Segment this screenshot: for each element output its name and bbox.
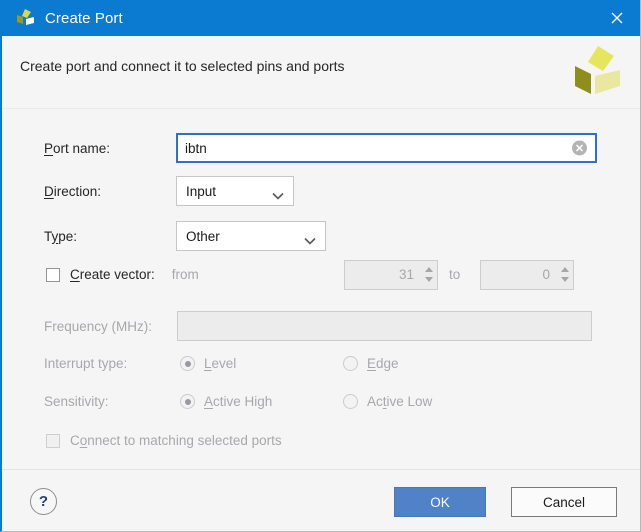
type-label-text-a: T bbox=[44, 228, 52, 244]
interrupt-type-level-label: Level bbox=[204, 356, 236, 371]
connect-ports-checkbox bbox=[46, 433, 60, 448]
vector-to-spinner: 0 bbox=[480, 259, 574, 290]
port-name-input[interactable] bbox=[178, 135, 595, 161]
direction-label: Direction: bbox=[44, 184, 176, 199]
port-name-label: Port name: bbox=[44, 141, 176, 156]
window-title: Create Port bbox=[45, 9, 123, 27]
cancel-button[interactable]: Cancel bbox=[511, 487, 617, 517]
title-bar: Create Port bbox=[2, 0, 640, 36]
spinner-arrows-icon bbox=[556, 261, 573, 289]
chevron-down-icon bbox=[272, 187, 284, 200]
port-name-mnemonic: P bbox=[44, 140, 54, 156]
frequency-row: Frequency (MHz): bbox=[2, 311, 640, 341]
create-port-dialog: Create Port Create port and connect it t… bbox=[0, 0, 641, 532]
interrupt-type-row: Interrupt type: Level Edge bbox=[2, 356, 640, 371]
dialog-header: Create port and connect it to selected p… bbox=[2, 36, 640, 109]
active-high-label-text: ctive High bbox=[213, 394, 273, 409]
frequency-label: Frequency (MHz): bbox=[44, 318, 153, 334]
dialog-footer: ? OK Cancel bbox=[2, 469, 640, 531]
dialog-description: Create port and connect it to selected p… bbox=[20, 58, 345, 74]
connect-ports-label: Connect to matching selected ports bbox=[70, 433, 282, 448]
help-button[interactable]: ? bbox=[30, 488, 57, 515]
port-name-label-text: ort name: bbox=[53, 140, 111, 156]
edge-label-text: dge bbox=[376, 356, 399, 371]
sensitivity-active-high-label: Active High bbox=[204, 394, 272, 409]
edge-mnemonic: E bbox=[367, 356, 377, 371]
create-vector-mnemonic: C bbox=[70, 267, 80, 282]
vector-to-value: 0 bbox=[542, 267, 550, 282]
direction-value: Input bbox=[186, 183, 217, 199]
spinner-arrows-icon bbox=[420, 261, 437, 289]
dialog-body: Port name: Direction: Input bbox=[2, 109, 640, 469]
interrupt-type-level-radio bbox=[180, 356, 195, 371]
chevron-down-icon bbox=[304, 232, 316, 245]
type-value: Other bbox=[186, 228, 220, 244]
direction-mnemonic: D bbox=[44, 183, 54, 199]
vivado-pinwheel-icon bbox=[14, 7, 36, 29]
sensitivity-row: Sensitivity: Active High Active Low bbox=[2, 394, 640, 409]
direction-row: Direction: Input bbox=[2, 176, 640, 206]
active-low-label-text-a: Ac bbox=[367, 394, 383, 409]
interrupt-type-edge-radio bbox=[343, 356, 358, 371]
level-mnemonic: L bbox=[204, 356, 212, 371]
type-select[interactable]: Other bbox=[176, 221, 326, 251]
connect-ports-row: Connect to matching selected ports bbox=[2, 433, 640, 448]
clear-circle-icon[interactable] bbox=[571, 140, 588, 157]
vivado-pinwheel-icon bbox=[570, 44, 622, 100]
type-row: Type: Other bbox=[2, 221, 640, 251]
type-label: Type: bbox=[44, 229, 176, 244]
active-low-label-text-b: ive Low bbox=[386, 394, 433, 409]
ok-button[interactable]: OK bbox=[394, 487, 486, 517]
create-vector-checkbox[interactable] bbox=[46, 267, 60, 282]
from-label: from bbox=[171, 267, 199, 282]
connect-ports-label-text-b: nnect to matching selected ports bbox=[87, 433, 282, 448]
sensitivity-label: Sensitivity: bbox=[44, 394, 109, 409]
sensitivity-active-low-label: Active Low bbox=[367, 394, 432, 409]
port-name-row: Port name: bbox=[2, 133, 640, 163]
sensitivity-active-low-radio bbox=[343, 394, 358, 409]
to-label: to bbox=[449, 267, 461, 282]
port-name-field[interactable] bbox=[176, 133, 597, 163]
vector-from-spinner: 31 bbox=[344, 259, 438, 290]
sensitivity-active-high-radio bbox=[180, 394, 195, 409]
type-label-text-b: pe: bbox=[58, 228, 78, 244]
create-vector-label: Create vector: bbox=[70, 267, 155, 282]
vector-from-value: 31 bbox=[398, 267, 414, 282]
create-vector-row: Create vector: from 31 to 0 bbox=[2, 259, 640, 290]
active-high-mnemonic: A bbox=[204, 394, 214, 409]
connect-ports-label-text-a: C bbox=[70, 433, 80, 448]
close-icon[interactable] bbox=[594, 0, 640, 36]
interrupt-type-label: Interrupt type: bbox=[44, 356, 128, 371]
level-label-text: evel bbox=[211, 356, 237, 371]
direction-label-text: irection: bbox=[53, 183, 102, 199]
interrupt-type-edge-label: Edge bbox=[367, 356, 399, 371]
create-vector-label-text: reate vector: bbox=[79, 267, 155, 282]
direction-select[interactable]: Input bbox=[176, 176, 294, 206]
frequency-input bbox=[177, 311, 592, 341]
